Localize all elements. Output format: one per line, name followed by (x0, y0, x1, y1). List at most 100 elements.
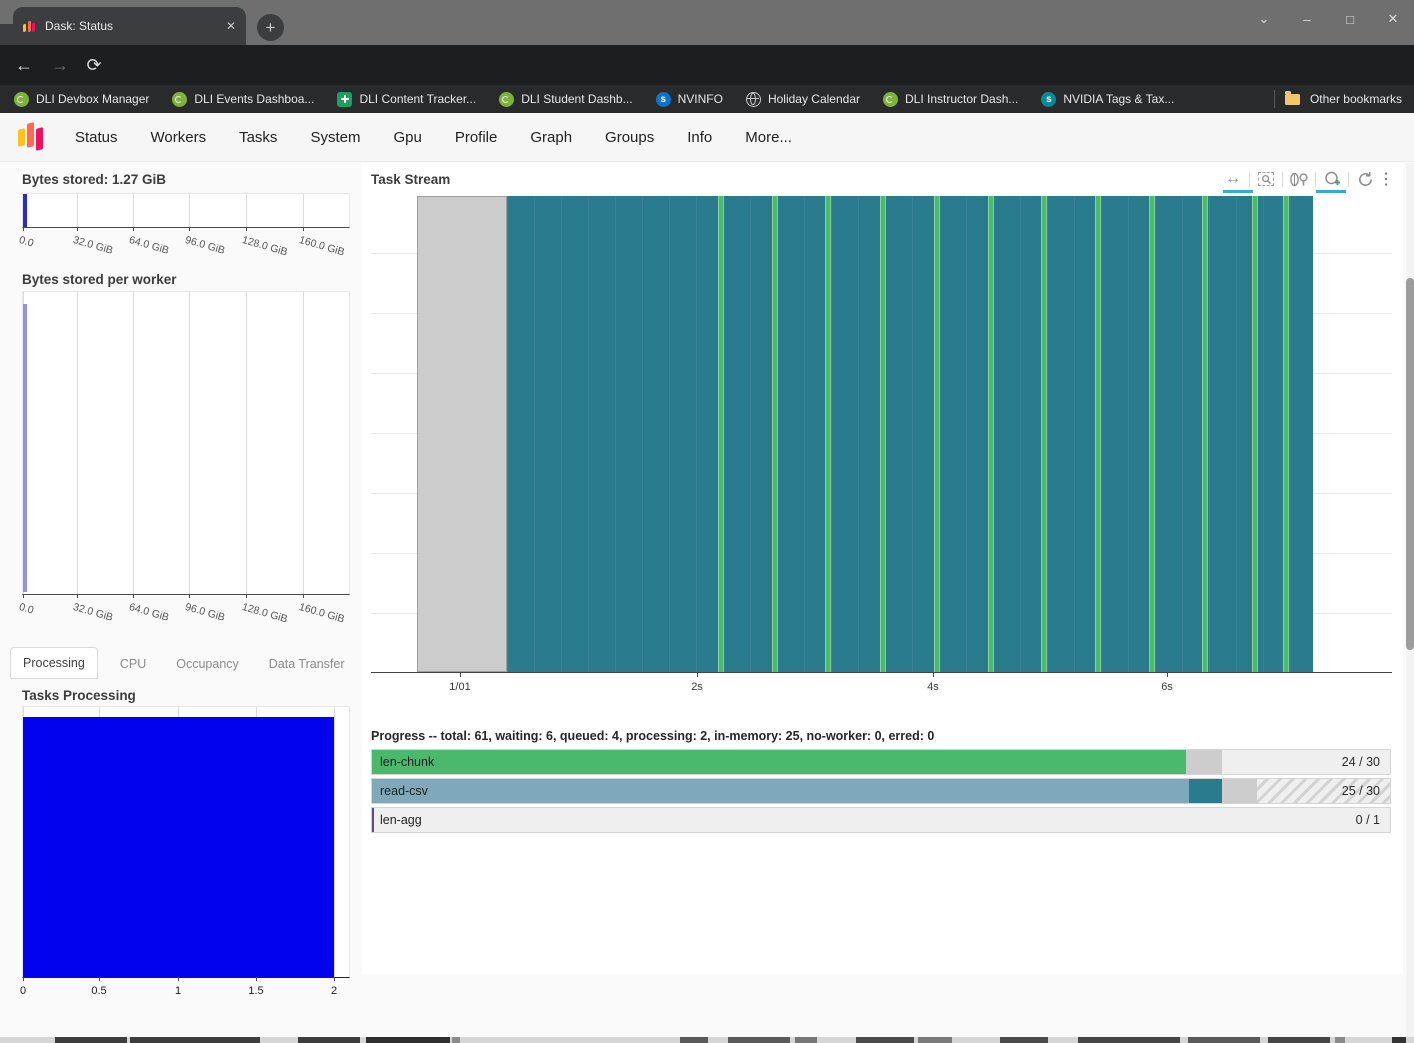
axis-tick (189, 594, 190, 598)
axis-tick-label: 32.0 GiB (72, 234, 115, 257)
tab-search-icon[interactable]: ⌄ (1257, 11, 1271, 27)
nav-item-more[interactable]: More... (745, 129, 792, 146)
bookmark-item[interactable]: DLI Student Dashb... (499, 92, 632, 107)
bookmark-label: NVIDIA Tags & Tax... (1063, 92, 1174, 106)
window-close-button[interactable]: ✕ (1386, 11, 1400, 27)
tasks-processing-bar (23, 717, 334, 977)
axis-tick (189, 227, 190, 231)
bookmark-item[interactable]: DLI Content Tracker... (337, 92, 476, 107)
gridline (77, 194, 78, 227)
gridline (303, 194, 304, 227)
transfer-stripe (1252, 196, 1258, 672)
bookmark-item[interactable]: Holiday Calendar (746, 92, 860, 107)
axis-tick-label: 1.5 (248, 985, 263, 997)
nav-item-graph[interactable]: Graph (530, 129, 572, 146)
axis-tick-label: 0 (20, 985, 26, 997)
axis-tick-label: 96.0 GiB (184, 601, 227, 624)
zoom-selection-overlay (417, 196, 507, 672)
nvidia-green-icon (14, 92, 29, 107)
maximize-button[interactable]: □ (1343, 12, 1357, 27)
progress-value: 24 / 30 (1342, 755, 1380, 769)
back-button[interactable]: ← (10, 45, 38, 85)
globe-icon (746, 92, 761, 107)
axis-tick-label: 0.5 (91, 985, 106, 997)
nav-item-groups[interactable]: Groups (605, 129, 654, 146)
axis-tick (303, 227, 304, 231)
nav-item-gpu[interactable]: Gpu (393, 129, 421, 146)
other-bookmarks-button[interactable]: Other bookmarks (1310, 92, 1402, 106)
axis-tick-label: 64.0 GiB (128, 601, 171, 624)
browser-window: Dask: Status ✕ + ⌄ – □ ✕ ← → ⟳ 127.0.0.1… (0, 0, 1414, 1043)
nvidia-green-icon (172, 92, 187, 107)
axis-tick (303, 594, 304, 598)
page-scrollbar[interactable] (1406, 163, 1414, 1037)
dask-favicon (23, 20, 36, 33)
transfer-stripe (1283, 196, 1289, 672)
sharepoint-teal-icon (1041, 92, 1056, 107)
axis-tick (23, 227, 24, 231)
title-bar: Dask: Status ✕ + ⌄ – □ ✕ (0, 0, 1414, 45)
sidebar-tabs: Processing CPU Occupancy Data Transfer (10, 646, 353, 679)
axis-tick-label: 6s (1161, 681, 1173, 693)
new-tab-button[interactable]: + (257, 14, 284, 41)
bookmark-label: DLI Student Dashb... (521, 92, 632, 106)
progress-bar-len-agg: len-agg0 / 1 (371, 807, 1391, 833)
scrollbar-thumb[interactable] (1406, 278, 1414, 650)
bookmark-item[interactable]: NVINFO (656, 92, 723, 107)
folder-icon (1285, 94, 1300, 105)
minimize-button[interactable]: – (1300, 12, 1314, 27)
bookmark-item[interactable]: DLI Devbox Manager (14, 92, 149, 107)
gridline (189, 194, 190, 227)
tab-cpu[interactable]: CPU (112, 649, 154, 679)
bookmark-item[interactable]: DLI Instructor Dash... (883, 92, 1018, 107)
axis-tick-label: 2 (331, 985, 337, 997)
reload-button[interactable]: ⟳ (80, 45, 108, 85)
task-stream-task-block (507, 196, 1313, 672)
gridline (77, 292, 78, 594)
reset-tool-icon[interactable] (1354, 168, 1376, 190)
nvidia-green-icon (883, 92, 898, 107)
axis-tick (697, 672, 698, 677)
transfer-stripe (880, 196, 886, 672)
tab-processing[interactable]: Processing (10, 647, 98, 679)
nav-item-system[interactable]: System (310, 129, 360, 146)
transfer-stripe (988, 196, 994, 672)
nav-item-workers[interactable]: Workers (151, 129, 207, 146)
tasks-processing-plot: 00.511.52 (22, 706, 350, 978)
wheel-zoom-tool-icon[interactable] (1288, 168, 1310, 190)
gridline (246, 292, 247, 594)
tab-close-icon[interactable]: ✕ (226, 19, 236, 33)
axis-tick (460, 672, 461, 677)
transfer-stripe (718, 196, 724, 672)
zoom-in-tool-icon[interactable] (1321, 168, 1343, 190)
nav-item-tasks[interactable]: Tasks (239, 129, 277, 146)
axis-tick-label: 32.0 GiB (72, 601, 115, 624)
bookmark-label: DLI Devbox Manager (36, 92, 149, 106)
bookmark-item[interactable]: NVIDIA Tags & Tax... (1041, 92, 1174, 107)
progress-name: read-csv (380, 784, 428, 798)
nav-item-profile[interactable]: Profile (455, 129, 498, 146)
bookmark-label: NVINFO (678, 92, 723, 106)
axis-tick (23, 594, 24, 598)
nav-item-info[interactable]: Info (687, 129, 712, 146)
task-stream-plot[interactable]: 1/012s4s6s (371, 196, 1392, 673)
bookmark-item[interactable]: DLI Events Dashboa... (172, 92, 314, 107)
bokeh-toolbar: ↔ (1222, 167, 1391, 191)
browser-tab[interactable]: Dask: Status ✕ (13, 7, 246, 45)
tab-data-transfer[interactable]: Data Transfer (261, 649, 353, 679)
tab-strip-corner (0, 24, 13, 45)
bokeh-menu-icon[interactable]: ⋮ (1381, 168, 1391, 190)
progress-value: 25 / 30 (1342, 784, 1380, 798)
progress-segment-sliver-purple (372, 808, 374, 832)
forward-button[interactable]: → (46, 45, 74, 85)
gridline (303, 292, 304, 594)
pan-tool-icon[interactable]: ↔ (1222, 168, 1244, 190)
axis-tick (99, 977, 100, 981)
axis-tick-label: 64.0 GiB (128, 234, 171, 257)
nav-item-status[interactable]: Status (75, 129, 118, 146)
dask-logo (18, 120, 45, 154)
axis-tick (933, 672, 934, 677)
tab-occupancy[interactable]: Occupancy (168, 649, 247, 679)
box-zoom-tool-icon[interactable] (1255, 168, 1277, 190)
gridline (334, 707, 335, 977)
